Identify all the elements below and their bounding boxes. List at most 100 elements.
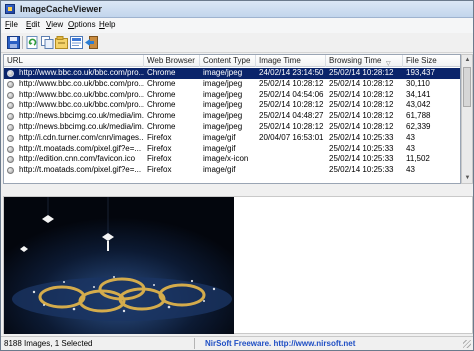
table-row[interactable]: http://edition.cnn.com/favicon.ico Firefo… xyxy=(4,154,460,165)
table-row[interactable]: http://www.bbc.co.uk/bbc.com/pro... Chrom… xyxy=(4,89,460,101)
image-entry-icon xyxy=(7,102,14,110)
cell-browsing-time: 25/02/14 10:28:12 xyxy=(329,121,394,131)
scroll-thumb[interactable] xyxy=(463,67,471,107)
status-separator xyxy=(194,338,195,349)
cell-web-browser: Firefox xyxy=(147,154,172,164)
cell-content-type: image/jpeg xyxy=(203,121,243,131)
cell-file-size: 43 xyxy=(406,165,415,175)
cell-file-size: 34,141 xyxy=(406,89,431,99)
cell-url: http://i.cdn.turner.com/cnn/images... xyxy=(19,132,144,142)
image-entry-icon xyxy=(7,113,14,121)
cell-browsing-time: 25/02/14 10:28:12 xyxy=(329,111,394,121)
status-item-count: 8188 Images, 1 Selected xyxy=(4,339,93,348)
cell-web-browser: Firefox xyxy=(147,165,172,175)
table-row[interactable]: http://t.moatads.com/pixel.gif?e=... Fire… xyxy=(4,143,460,155)
cell-file-size: 193,437 xyxy=(406,68,435,77)
column-header-content-type[interactable]: Content Type xyxy=(200,55,256,67)
image-list[interactable]: URL Web Browser Content Type Image Time … xyxy=(3,54,461,184)
cell-browsing-time: 25/02/14 10:25:33 xyxy=(329,165,394,175)
cell-image-time: 24/02/14 23:14:50 xyxy=(259,68,324,77)
pane-splitter[interactable] xyxy=(3,185,473,196)
cell-browsing-time: 25/02/14 10:25:33 xyxy=(329,154,394,164)
image-entry-icon xyxy=(7,123,14,131)
cell-url: http://t.moatads.com/pixel.gif?e=... xyxy=(19,165,142,175)
sort-descending-icon: ▽ xyxy=(386,61,391,67)
scroll-down-icon[interactable]: ▼ xyxy=(463,173,472,183)
column-header-browsing-time[interactable]: Browsing Time ▽ xyxy=(326,55,403,67)
scroll-up-icon[interactable]: ▲ xyxy=(463,55,472,65)
cell-image-time: 25/02/14 10:28:12 xyxy=(259,100,324,110)
cell-content-type: image/jpeg xyxy=(203,89,243,99)
table-row[interactable]: http://news.bbcimg.co.uk/media/im... Chro… xyxy=(4,111,460,122)
cell-image-time xyxy=(256,165,326,176)
column-header-web-browser[interactable]: Web Browser xyxy=(144,55,200,67)
cell-file-size: 30,110 xyxy=(406,78,430,88)
cell-url: http://www.bbc.co.uk/bbc.com/pro... xyxy=(19,68,144,77)
cell-web-browser: Firefox xyxy=(147,132,172,142)
cell-url: http://t.moatads.com/pixel.gif?e=... xyxy=(19,143,142,153)
cell-file-size: 43 xyxy=(406,143,415,153)
preview-image xyxy=(4,197,234,334)
table-row[interactable]: http://www.bbc.co.uk/bbc.com/pro... Chrom… xyxy=(4,68,460,79)
cell-image-time: 25/02/14 04:48:27 xyxy=(259,111,324,121)
table-row[interactable]: http://i.cdn.turner.com/cnn/images... Fir… xyxy=(4,132,460,144)
image-entry-icon xyxy=(7,134,14,142)
status-bar: 8188 Images, 1 Selected NirSoft Freeware… xyxy=(1,336,473,350)
menu-options[interactable]: Options xyxy=(68,20,96,29)
list-rows: http://www.bbc.co.uk/bbc.com/pro... Chrom… xyxy=(4,68,460,176)
nirsoft-link[interactable]: NirSoft Freeware. http://www.nirsoft.net xyxy=(205,339,355,348)
table-row[interactable]: http://www.bbc.co.uk/bbc.com/pro... Chrom… xyxy=(4,78,460,90)
cell-url: http://www.bbc.co.uk/bbc.com/pro... xyxy=(19,89,144,99)
cell-content-type: image/jpeg xyxy=(203,100,243,110)
image-entry-icon xyxy=(7,145,14,153)
menu-help[interactable]: Help xyxy=(99,20,115,29)
cell-url: http://news.bbcimg.co.uk/media/im... xyxy=(19,121,144,131)
cell-browsing-time: 25/02/14 10:28:12 xyxy=(329,89,394,99)
cell-content-type: image/gif xyxy=(203,143,236,153)
cell-web-browser: Chrome xyxy=(147,100,176,110)
cell-web-browser: Chrome xyxy=(147,121,176,131)
cell-url: http://www.bbc.co.uk/bbc.com/pro... xyxy=(19,78,144,88)
table-row[interactable]: http://news.bbcimg.co.uk/media/im... Chro… xyxy=(4,121,460,133)
title-bar[interactable]: ImageCacheViewer xyxy=(1,1,473,18)
image-entry-icon xyxy=(7,156,14,164)
toolbar xyxy=(1,33,473,53)
cell-image-time xyxy=(256,154,326,165)
column-header-image-time[interactable]: Image Time xyxy=(256,55,326,67)
cell-content-type: image/gif xyxy=(203,132,236,142)
cell-file-size: 62,339 xyxy=(406,121,431,131)
menu-view[interactable]: View xyxy=(46,20,63,29)
image-preview-pane xyxy=(3,196,473,334)
cell-url: http://news.bbcimg.co.uk/media/im... xyxy=(19,111,144,121)
copy-icon[interactable] xyxy=(41,36,54,49)
table-row[interactable]: http://t.moatads.com/pixel.gif?e=... Fire… xyxy=(4,165,460,176)
menu-edit[interactable]: Edit xyxy=(26,20,40,29)
cell-image-time: 25/02/14 10:28:12 xyxy=(259,121,324,131)
cell-browsing-time: 25/02/14 10:25:33 xyxy=(329,143,394,153)
column-header-file-size[interactable]: File Size xyxy=(403,55,460,67)
menu-file[interactable]: File xyxy=(5,20,18,29)
cell-url: http://edition.cnn.com/favicon.ico xyxy=(19,154,136,164)
properties-icon[interactable] xyxy=(55,36,68,49)
list-scrollbar[interactable]: ▲ ▼ xyxy=(461,54,473,184)
cell-file-size: 61,788 xyxy=(406,111,431,121)
exit-icon[interactable] xyxy=(85,36,98,49)
table-row[interactable]: http://www.bbc.co.uk/bbc.com/pro... Chrom… xyxy=(4,100,460,111)
window-title: ImageCacheViewer xyxy=(20,4,102,14)
cell-browsing-time: 25/02/14 10:28:12 xyxy=(329,78,394,88)
cell-file-size: 43 xyxy=(406,132,415,142)
cell-content-type: image/jpeg xyxy=(203,78,243,88)
html-report-icon[interactable] xyxy=(70,36,83,49)
app-window: ImageCacheViewer File Edit View Options … xyxy=(0,0,474,351)
refresh-icon[interactable] xyxy=(26,36,39,49)
cell-content-type: image/x-icon xyxy=(203,154,249,164)
cell-web-browser: Chrome xyxy=(147,68,176,77)
resize-grip-icon[interactable] xyxy=(463,340,471,348)
column-header-url[interactable]: URL xyxy=(4,55,144,67)
save-icon[interactable] xyxy=(7,36,20,49)
image-entry-icon xyxy=(7,70,14,77)
image-entry-icon xyxy=(7,80,14,88)
app-icon xyxy=(5,4,15,14)
cell-browsing-time: 25/02/14 10:28:12 xyxy=(329,68,394,77)
column-header-browsing-time-label: Browsing Time xyxy=(329,56,382,65)
